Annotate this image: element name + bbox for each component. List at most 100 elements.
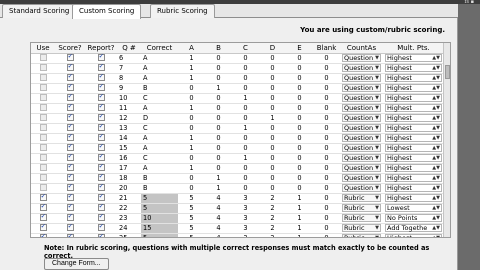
count-as-select[interactable]: Question ▼ [342,114,381,122]
correct-answer-cell[interactable]: 5 [141,203,178,214]
question-number-cell[interactable]: 8 [117,73,141,84]
vertical-scrollbar[interactable] [443,43,450,237]
count-as-select[interactable]: Question ▼ [342,174,381,182]
points-d-cell[interactable]: 0 [259,163,286,174]
points-a-cell[interactable]: 5 [178,193,205,204]
points-c-cell[interactable]: 0 [232,103,259,114]
correct-answer-cell[interactable]: 10 [141,213,178,224]
count-as-select[interactable]: Question ▼ [342,134,381,142]
count-as-select[interactable]: Rubric ▼ [342,194,381,202]
count-as-select[interactable]: Question ▼ [342,164,381,172]
change-form-button[interactable]: Change Form... [44,258,109,270]
points-e-cell[interactable]: 0 [286,153,313,164]
mult-pts-select[interactable]: Highest ▲▼ [385,164,442,172]
mult-pts-select[interactable]: Highest ▲▼ [385,194,442,202]
count-as-select[interactable]: Rubric ▼ [342,234,381,237]
points-e-cell[interactable]: 1 [286,203,313,214]
count-as-select[interactable]: Question ▼ [342,84,381,92]
count-as-select[interactable]: Rubric ▼ [342,204,381,212]
table-row[interactable]: 10C001000Question▼Highest▲▼ [31,93,444,104]
mult-pts-select[interactable]: Highest ▲▼ [385,84,442,92]
question-number-cell[interactable]: 7 [117,63,141,74]
mult-pts-select[interactable]: Highest ▲▼ [385,174,442,182]
points-blank-cell[interactable]: 0 [313,73,340,84]
points-e-cell[interactable]: 0 [286,163,313,174]
points-c-cell[interactable]: 3 [232,203,259,214]
report-checkbox[interactable] [97,73,105,81]
question-number-cell[interactable]: 24 [117,223,141,234]
correct-answer-cell[interactable]: 5 [141,233,178,237]
points-blank-cell[interactable]: 0 [313,123,340,134]
points-blank-cell[interactable]: 0 [313,183,340,194]
table-row[interactable]: 18B010000Question▼Highest▲▼ [31,173,444,184]
scrollbar-thumb[interactable] [445,65,450,79]
points-c-cell[interactable]: 0 [232,133,259,144]
points-e-cell[interactable]: 0 [286,123,313,134]
report-checkbox[interactable] [97,183,105,191]
points-b-cell[interactable]: 4 [205,213,232,224]
score-checkbox[interactable] [66,133,74,141]
points-c-cell[interactable]: 0 [232,73,259,84]
table-row[interactable]: 215543210Rubric▼Highest▲▼ [31,193,444,204]
points-b-cell[interactable]: 1 [205,83,232,94]
report-checkbox[interactable] [97,143,105,151]
points-e-cell[interactable]: 0 [286,113,313,124]
question-number-cell[interactable]: 9 [117,83,141,94]
correct-answer-cell[interactable]: A [141,163,178,174]
points-c-cell[interactable]: 3 [232,193,259,204]
points-a-cell[interactable]: 5 [178,213,205,224]
use-checkbox[interactable] [39,233,47,237]
points-a-cell[interactable]: 1 [178,63,205,74]
mult-pts-select[interactable]: Highest ▲▼ [385,104,442,112]
mult-pts-select[interactable]: Highest ▲▼ [385,124,442,132]
points-a-cell[interactable]: 1 [178,73,205,84]
table-row[interactable]: 15A100000Question▼Highest▲▼ [31,143,444,154]
points-a-cell[interactable]: 1 [178,163,205,174]
question-number-cell[interactable]: 12 [117,113,141,124]
points-b-cell[interactable]: 0 [205,103,232,114]
use-checkbox[interactable] [39,174,47,181]
correct-answer-cell[interactable]: A [141,103,178,114]
points-a-cell[interactable]: 1 [178,103,205,114]
points-e-cell[interactable]: 0 [286,93,313,104]
tab-rubric-scoring[interactable]: Rubric Scoring [150,4,215,18]
score-checkbox[interactable] [66,183,74,191]
points-d-cell[interactable]: 2 [259,213,286,224]
use-checkbox[interactable] [39,54,47,61]
points-a-cell[interactable]: 0 [178,153,205,164]
use-checkbox[interactable] [39,94,47,101]
points-d-cell[interactable]: 0 [259,73,286,84]
question-number-cell[interactable]: 13 [117,123,141,134]
score-checkbox[interactable] [66,193,74,201]
count-as-select[interactable]: Question ▼ [342,94,381,102]
points-a-cell[interactable]: 0 [178,173,205,184]
question-number-cell[interactable]: 11 [117,103,141,114]
col-header-a[interactable]: A [178,43,205,54]
col-header-e[interactable]: E [286,43,313,54]
score-checkbox[interactable] [66,213,74,221]
table-row[interactable]: 11A100000Question▼Highest▲▼ [31,103,444,114]
table-row[interactable]: 7A100000Question▼Highest▲▼ [31,63,444,74]
use-checkbox[interactable] [39,223,47,231]
count-as-select[interactable]: Question ▼ [342,54,381,62]
count-as-select[interactable]: Question ▼ [342,184,381,192]
points-c-cell[interactable]: 0 [232,53,259,64]
points-blank-cell[interactable]: 0 [313,203,340,214]
points-a-cell[interactable]: 0 [178,83,205,94]
points-a-cell[interactable]: 1 [178,53,205,64]
points-e-cell[interactable]: 0 [286,143,313,154]
question-number-cell[interactable]: 23 [117,213,141,224]
table-row[interactable]: 12D000100Question▼Highest▲▼ [31,113,444,124]
use-checkbox[interactable] [39,114,47,121]
col-header-d[interactable]: D [259,43,286,54]
question-number-cell[interactable]: 6 [117,53,141,64]
correct-answer-cell[interactable]: A [141,63,178,74]
report-checkbox[interactable] [97,203,105,211]
points-c-cell[interactable]: 3 [232,233,259,237]
score-checkbox[interactable] [66,113,74,121]
use-checkbox[interactable] [39,184,47,191]
points-c-cell[interactable]: 0 [232,163,259,174]
points-e-cell[interactable]: 0 [286,83,313,94]
question-number-cell[interactable]: 17 [117,163,141,174]
points-e-cell[interactable]: 1 [286,193,313,204]
